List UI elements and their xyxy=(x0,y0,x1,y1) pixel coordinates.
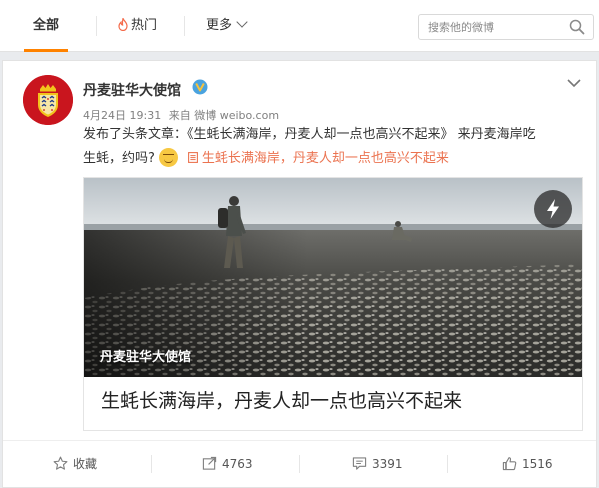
tab-hot[interactable]: 热门 xyxy=(118,0,157,52)
tab-more-label: 更多 xyxy=(206,18,233,33)
post-text: 发布了头条文章：《生蚝长满海岸，丹麦人却一点也高兴不起来》 来丹麦海岸吃 生蚝，… xyxy=(83,123,583,171)
action-divider xyxy=(299,455,300,473)
like-count: 1516 xyxy=(522,457,553,471)
tab-more[interactable]: 更多 xyxy=(206,0,248,52)
tab-divider xyxy=(96,16,97,36)
favorite-label: 收藏 xyxy=(73,457,98,471)
article-card[interactable]: 丹麦驻华大使馆 生蚝长满海岸，丹麦人却一点也高兴不起来 xyxy=(83,177,583,431)
search-box xyxy=(418,14,594,40)
tab-all[interactable]: 全部 xyxy=(16,0,76,52)
photo-watermark: 丹麦驻华大使馆 xyxy=(100,350,192,365)
article-title: 生蚝长满海岸，丹麦人却一点也高兴不起来 xyxy=(101,390,463,412)
post-text-line1: 发布了头条文章：《生蚝长满海岸，丹麦人却一点也高兴不起来》 来丹麦海岸吃 xyxy=(83,127,536,142)
quick-read-button[interactable] xyxy=(534,190,572,228)
tab-divider xyxy=(184,16,185,36)
post-source[interactable]: 微博 weibo.com xyxy=(194,109,279,122)
comment-count: 3391 xyxy=(372,457,403,471)
action-bar: 收藏 4763 3391 1516 xyxy=(3,440,596,488)
article-link[interactable]: 生蚝长满海岸，丹麦人却一点也高兴不起来 xyxy=(202,151,449,166)
coat-of-arms-icon xyxy=(23,75,73,125)
post-time[interactable]: 4月24日 19:31 xyxy=(83,109,161,122)
chevron-down-icon[interactable] xyxy=(566,77,582,89)
tab-hot-label: 热门 xyxy=(131,18,158,33)
lightning-icon xyxy=(547,199,559,219)
article-photo: 丹麦驻华大使馆 xyxy=(84,178,582,377)
verified-badge-icon[interactable] xyxy=(192,79,208,95)
post-card: 丹麦驻华大使馆 4月24日 19:31 来自 微博 weibo.com 发布了头… xyxy=(2,60,597,488)
comment-icon xyxy=(352,457,367,470)
like-button[interactable]: 1516 xyxy=(502,441,553,487)
article-icon xyxy=(187,152,198,163)
search-icon[interactable] xyxy=(569,19,585,35)
avatar[interactable] xyxy=(23,75,73,125)
action-divider xyxy=(151,455,152,473)
search-input[interactable] xyxy=(419,15,568,39)
favorite-button[interactable]: 收藏 xyxy=(53,441,97,487)
post-meta: 4月24日 19:31 来自 微博 weibo.com xyxy=(83,107,279,123)
smile-emoji-icon xyxy=(158,148,178,167)
repost-count: 4763 xyxy=(222,457,253,471)
action-divider xyxy=(447,455,448,473)
comment-button[interactable]: 3391 xyxy=(352,441,403,487)
source-prefix: 来自 xyxy=(168,109,191,122)
chevron-down-icon xyxy=(236,16,248,28)
star-icon xyxy=(53,456,68,470)
top-tab-bar: 全部 热门 更多 xyxy=(0,0,599,52)
repost-button[interactable]: 4763 xyxy=(202,441,253,487)
repost-icon xyxy=(202,456,217,470)
fire-icon xyxy=(118,18,128,31)
username[interactable]: 丹麦驻华大使馆 xyxy=(83,80,181,100)
post-text-line2: 生蚝，约吗? xyxy=(83,151,155,166)
thumbs-up-icon xyxy=(502,457,517,471)
